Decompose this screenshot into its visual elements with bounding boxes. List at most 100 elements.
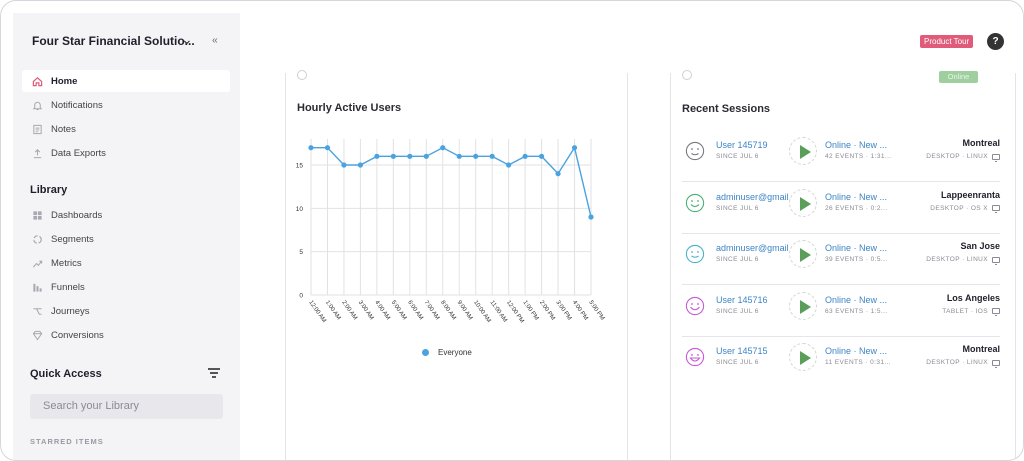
sidebar-item-notifications[interactable]: Notifications: [22, 94, 230, 116]
refresh-icon[interactable]: [682, 70, 692, 80]
session-row[interactable]: User 145715 SINCE JUL 6 Online · New ...…: [682, 337, 1000, 388]
data-point: [538, 153, 545, 159]
session-since: SINCE JUL 6: [716, 153, 759, 160]
legend-marker: [422, 349, 429, 356]
help-icon[interactable]: ?: [987, 33, 1004, 50]
play-session-button[interactable]: [789, 291, 817, 320]
session-status[interactable]: Online · New ...: [825, 346, 887, 356]
sidebar-item-conversions[interactable]: Conversions: [22, 324, 230, 346]
sessions-title: Recent Sessions: [682, 103, 771, 115]
y-tick-label: 10: [296, 206, 304, 213]
data-point: [324, 145, 331, 151]
session-device: DESKTOP · LINUX: [926, 359, 1000, 368]
library-search-input[interactable]: Search your Library: [30, 394, 223, 419]
refresh-icon[interactable]: [297, 70, 307, 80]
sidebar-item-label: Segments: [51, 233, 94, 245]
data-point: [390, 153, 396, 159]
sidebar-item-label: Journeys: [51, 305, 90, 317]
quick-access-heading: Quick Access: [30, 368, 102, 380]
sidebar-item-notes[interactable]: Notes: [22, 118, 230, 140]
sidebar-item-home[interactable]: Home: [22, 70, 230, 92]
collapse-sidebar-icon[interactable]: ‹‹: [212, 35, 218, 46]
session-city: Montreal: [962, 138, 1000, 148]
grin-face-icon: [685, 347, 705, 367]
session-user-link[interactable]: User 145719: [716, 140, 788, 150]
sidebar-item-label: Data Exports: [51, 147, 106, 159]
session-city: Lappeenranta: [940, 189, 1000, 200]
sidebar-item-metrics[interactable]: Metrics: [22, 252, 230, 274]
session-since: SINCE JUL 6: [716, 256, 759, 263]
session-user-link[interactable]: adminuser@gmail.com: [716, 192, 788, 202]
session-since: SINCE JUL 6: [716, 359, 759, 366]
session-os: DESKTOP · LINUX: [926, 153, 988, 160]
x-tick-label: 3:00 PM: [554, 300, 572, 322]
sidebar-item-data-exports[interactable]: Data Exports: [22, 142, 230, 164]
session-since: SINCE JUL 6: [716, 307, 759, 315]
filter-icon[interactable]: [208, 368, 220, 378]
x-tick-label: 2:00 PM: [538, 300, 556, 322]
wink-face-icon: [685, 141, 705, 161]
session-user-link[interactable]: User 145715: [716, 346, 788, 356]
play-session-button[interactable]: [789, 188, 817, 217]
play-session-button[interactable]: [789, 343, 817, 371]
session-city: Montreal: [962, 344, 1000, 354]
chart-legend[interactable]: Everyone: [422, 348, 472, 357]
sidebar-item-label: Funnels: [51, 281, 85, 293]
journey-icon: [31, 305, 43, 317]
product-tour-button[interactable]: Product Tour: [920, 35, 974, 48]
segment-icon: [31, 233, 43, 245]
session-status[interactable]: Online · New ...: [825, 243, 887, 253]
app-frame: Four Star Financial Solutio... ⌄ ‹‹ Home…: [0, 0, 1024, 461]
monitor-icon: [992, 153, 1000, 162]
session-os: DESKTOP · LINUX: [926, 359, 988, 366]
session-device: TABLET · IOS: [942, 308, 1000, 316]
session-status[interactable]: Online · New ...: [825, 295, 887, 305]
divider: [1015, 73, 1016, 460]
chevron-down-icon[interactable]: ⌄: [181, 31, 193, 48]
sidebar-item-journeys[interactable]: Journeys: [22, 300, 230, 322]
export-icon: [31, 147, 43, 159]
metrics-icon: [31, 257, 43, 269]
monitor-icon: [992, 256, 1000, 265]
sidebar-item-label: Dashboards: [51, 209, 103, 221]
session-status[interactable]: Online · New ...: [825, 192, 887, 202]
session-city: San Jose: [960, 241, 1000, 251]
sidebar-item-segments[interactable]: Segments: [22, 228, 230, 250]
data-point: [341, 162, 347, 168]
sidebar-item-funnels[interactable]: Funnels: [22, 276, 230, 298]
session-row[interactable]: adminuser@gmail.com SINCE JUL 6 Online ·…: [682, 183, 1000, 234]
bell-icon: [31, 99, 43, 111]
session-status[interactable]: Online · New ...: [825, 140, 887, 150]
play-session-button[interactable]: [789, 137, 817, 165]
y-tick-label: 15: [296, 163, 304, 170]
y-tick-label: 5: [299, 249, 303, 256]
session-user-link[interactable]: User 145716: [716, 295, 788, 305]
data-point: [489, 153, 495, 159]
play-icon: [800, 299, 811, 314]
x-tick-label: 1:00 AM: [324, 300, 342, 321]
session-row[interactable]: User 145716 SINCE JUL 6 Online · New ...…: [682, 286, 1000, 337]
data-point: [423, 153, 429, 159]
data-point: [407, 153, 413, 159]
play-icon: [800, 196, 811, 211]
data-point: [506, 162, 512, 168]
x-tick-label: 5:00 AM: [390, 300, 408, 321]
x-tick-label: 7:00 AM: [423, 300, 441, 321]
session-events: 11 EVENTS · 0:31...: [825, 359, 892, 366]
play-session-button[interactable]: [789, 240, 817, 268]
data-point: [308, 145, 314, 151]
session-os: DESKTOP · LINUX: [926, 256, 988, 263]
session-row[interactable]: User 145719 SINCE JUL 6 Online · New ...…: [682, 131, 1000, 182]
play-icon: [800, 248, 811, 262]
session-row[interactable]: adminuser@gmail.com SINCE JUL 6 Online ·…: [682, 234, 1000, 285]
org-name[interactable]: Four Star Financial Solutio...: [32, 34, 195, 48]
sidebar-item-dashboards[interactable]: Dashboards: [22, 204, 230, 226]
note-icon: [31, 123, 43, 135]
session-events: 39 EVENTS · 0:5...: [825, 256, 888, 263]
session-user-link[interactable]: adminuser@gmail.com: [716, 243, 788, 253]
session-events: 26 EVENTS · 0:2...: [825, 204, 888, 212]
session-os: DESKTOP · OS X: [930, 204, 988, 212]
sidebar-item-label: Notes: [51, 123, 76, 135]
x-tick-label: 8:00 AM: [439, 300, 457, 321]
monitor-icon: [992, 359, 1000, 368]
